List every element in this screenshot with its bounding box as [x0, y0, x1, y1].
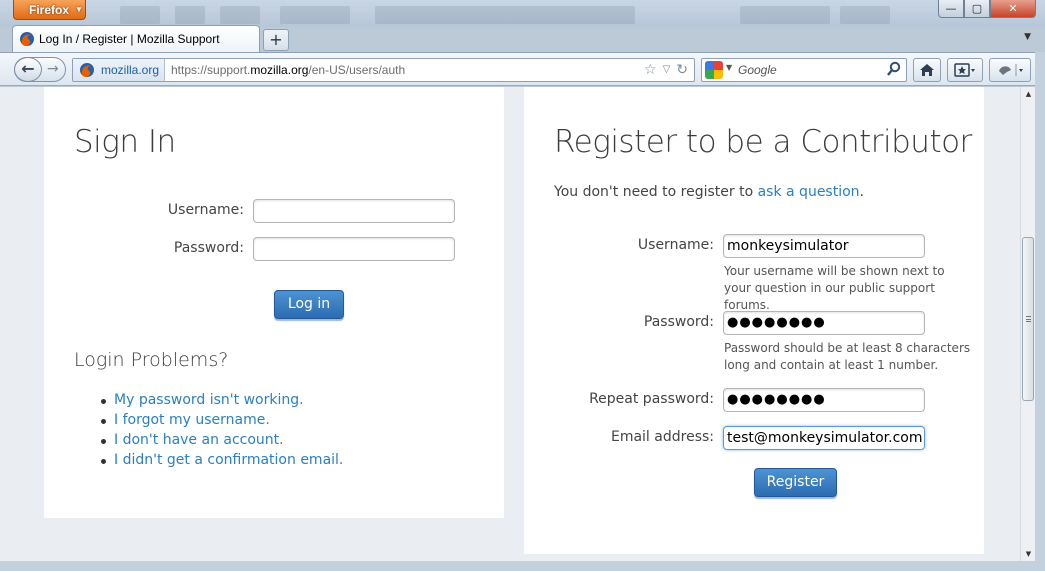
register-intro-end: . [859, 184, 864, 200]
search-magnifier-icon[interactable] [887, 61, 901, 81]
username-label: Username: [167, 202, 244, 218]
google-icon[interactable] [705, 61, 723, 79]
list-item: I forgot my username. [100, 412, 343, 432]
forgot-username-link[interactable]: I forgot my username. [114, 412, 270, 428]
register-email-input[interactable]: test@monkeysimulator.com [723, 426, 925, 450]
background-ghost [740, 6, 830, 24]
username-label: Username: [637, 237, 714, 253]
register-panel: Register to be a Contributor You don't n… [524, 87, 984, 554]
signin-password-input[interactable] [253, 237, 455, 261]
scroll-down-icon[interactable]: ▼ [1021, 547, 1036, 561]
site-identity-button[interactable]: mozilla.org [73, 59, 165, 81]
search-engine-dropdown-icon[interactable]: ▼ [726, 63, 732, 72]
bookmarks-button[interactable] [947, 58, 983, 82]
no-account-link[interactable]: I don't have an account. [114, 432, 284, 448]
window-titlebar: Firefox ▼ — ▢ ✕ [0, 0, 1045, 27]
firefox-menu-button[interactable]: Firefox ▼ [13, 0, 86, 20]
tab-login-register[interactable]: Log In / Register | Mozilla Support [12, 25, 260, 52]
password-label: Password: [643, 314, 714, 330]
register-intro: You don't need to register to ask a ques… [554, 184, 864, 200]
firefox-menu-label: Firefox [29, 2, 70, 17]
search-bar[interactable]: ▼ Google [701, 58, 907, 82]
addon-icon [999, 64, 1023, 76]
register-title: Register to be a Contributor [554, 124, 972, 160]
background-ghost [220, 6, 260, 24]
tab-title: Log In / Register | Mozilla Support [39, 32, 220, 46]
back-button[interactable]: ← [14, 57, 42, 82]
url-suffix: /en-US/users/auth [308, 63, 406, 77]
url-bar-icons: ☆ ▽ ↻ [644, 62, 688, 78]
grip-icon [1026, 316, 1031, 322]
firefox-favicon-icon [80, 63, 94, 77]
no-confirmation-email-link[interactable]: I didn't get a confirmation email. [114, 452, 343, 468]
log-in-button[interactable]: Log in [274, 290, 344, 319]
search-input[interactable]: Google [738, 63, 777, 77]
ask-question-link[interactable]: ask a question [758, 184, 860, 200]
vertical-scrollbar[interactable]: ▲ ▼ [1020, 87, 1035, 561]
back-forward-group: ← → [14, 57, 66, 82]
background-ghost [840, 6, 890, 24]
register-password-input[interactable]: ●●●●●●●● [723, 311, 925, 335]
window-border [0, 561, 1045, 571]
register-intro-text: You don't need to register to [554, 184, 758, 200]
username-hint: Your username will be shown next to your… [724, 264, 945, 312]
list-item: I didn't get a confirmation email. [100, 452, 343, 472]
list-all-tabs-icon[interactable]: ▼ [1024, 32, 1031, 42]
forward-button[interactable]: → [47, 58, 59, 81]
register-username-input[interactable]: monkeysimulator [723, 234, 925, 258]
sign-in-panel: Sign In Username: Password: Log in Login… [44, 87, 504, 518]
email-label: Email address: [610, 429, 714, 445]
signin-username-input[interactable] [253, 199, 455, 223]
window-controls: — ▢ ✕ [938, 0, 1036, 18]
bookmark-star-icon[interactable]: ☆ [644, 62, 657, 78]
background-ghost [175, 6, 205, 24]
home-button[interactable] [913, 58, 941, 82]
list-item: My password isn't working. [100, 392, 343, 412]
repeat-password-label: Repeat password: [589, 391, 714, 407]
minimize-button[interactable]: — [938, 0, 964, 18]
firefox-favicon-icon [20, 32, 34, 46]
register-button[interactable]: Register [754, 468, 837, 497]
addon-toolbar-button[interactable] [989, 58, 1031, 82]
url-domain: mozilla.org [250, 63, 309, 77]
sign-in-title: Sign In [74, 124, 176, 160]
background-ghost [280, 6, 350, 24]
maximize-button[interactable]: ▢ [964, 0, 990, 18]
url-prefix: https://support. [171, 63, 251, 77]
login-problems-list: My password isn't working. I forgot my u… [100, 392, 343, 472]
chevron-down-icon: ▼ [75, 5, 83, 14]
login-problems-title: Login Problems? [74, 349, 229, 371]
register-repeat-password-input[interactable]: ●●●●●●●● [723, 388, 925, 412]
password-hint: Password should be at least 8 characters… [724, 341, 971, 372]
tab-strip: Log In / Register | Mozilla Support + ▼ [0, 24, 1045, 52]
home-icon [920, 64, 934, 76]
navigation-toolbar: ← → mozilla.org https://support.mozilla.… [0, 52, 1045, 86]
url-text: https://support.mozilla.org/en-US/users/… [171, 63, 405, 77]
site-identity-label: mozilla.org [101, 63, 160, 77]
bookmarks-icon [954, 63, 975, 77]
new-tab-button[interactable]: + [263, 29, 289, 51]
scrollbar-thumb[interactable] [1022, 237, 1034, 401]
close-window-button[interactable]: ✕ [990, 0, 1036, 18]
window-border [1035, 52, 1045, 571]
scroll-up-icon[interactable]: ▲ [1021, 87, 1036, 101]
url-bar[interactable]: mozilla.org https://support.mozilla.org/… [72, 58, 695, 82]
password-not-working-link[interactable]: My password isn't working. [114, 392, 304, 408]
list-item: I don't have an account. [100, 432, 343, 452]
background-ghost [120, 6, 160, 24]
background-ghost [375, 6, 635, 24]
password-label: Password: [173, 240, 244, 256]
history-dropdown-icon[interactable]: ▽ [663, 62, 671, 78]
reload-icon[interactable]: ↻ [676, 62, 688, 78]
page-viewport: Sign In Username: Password: Log in Login… [0, 87, 1020, 561]
